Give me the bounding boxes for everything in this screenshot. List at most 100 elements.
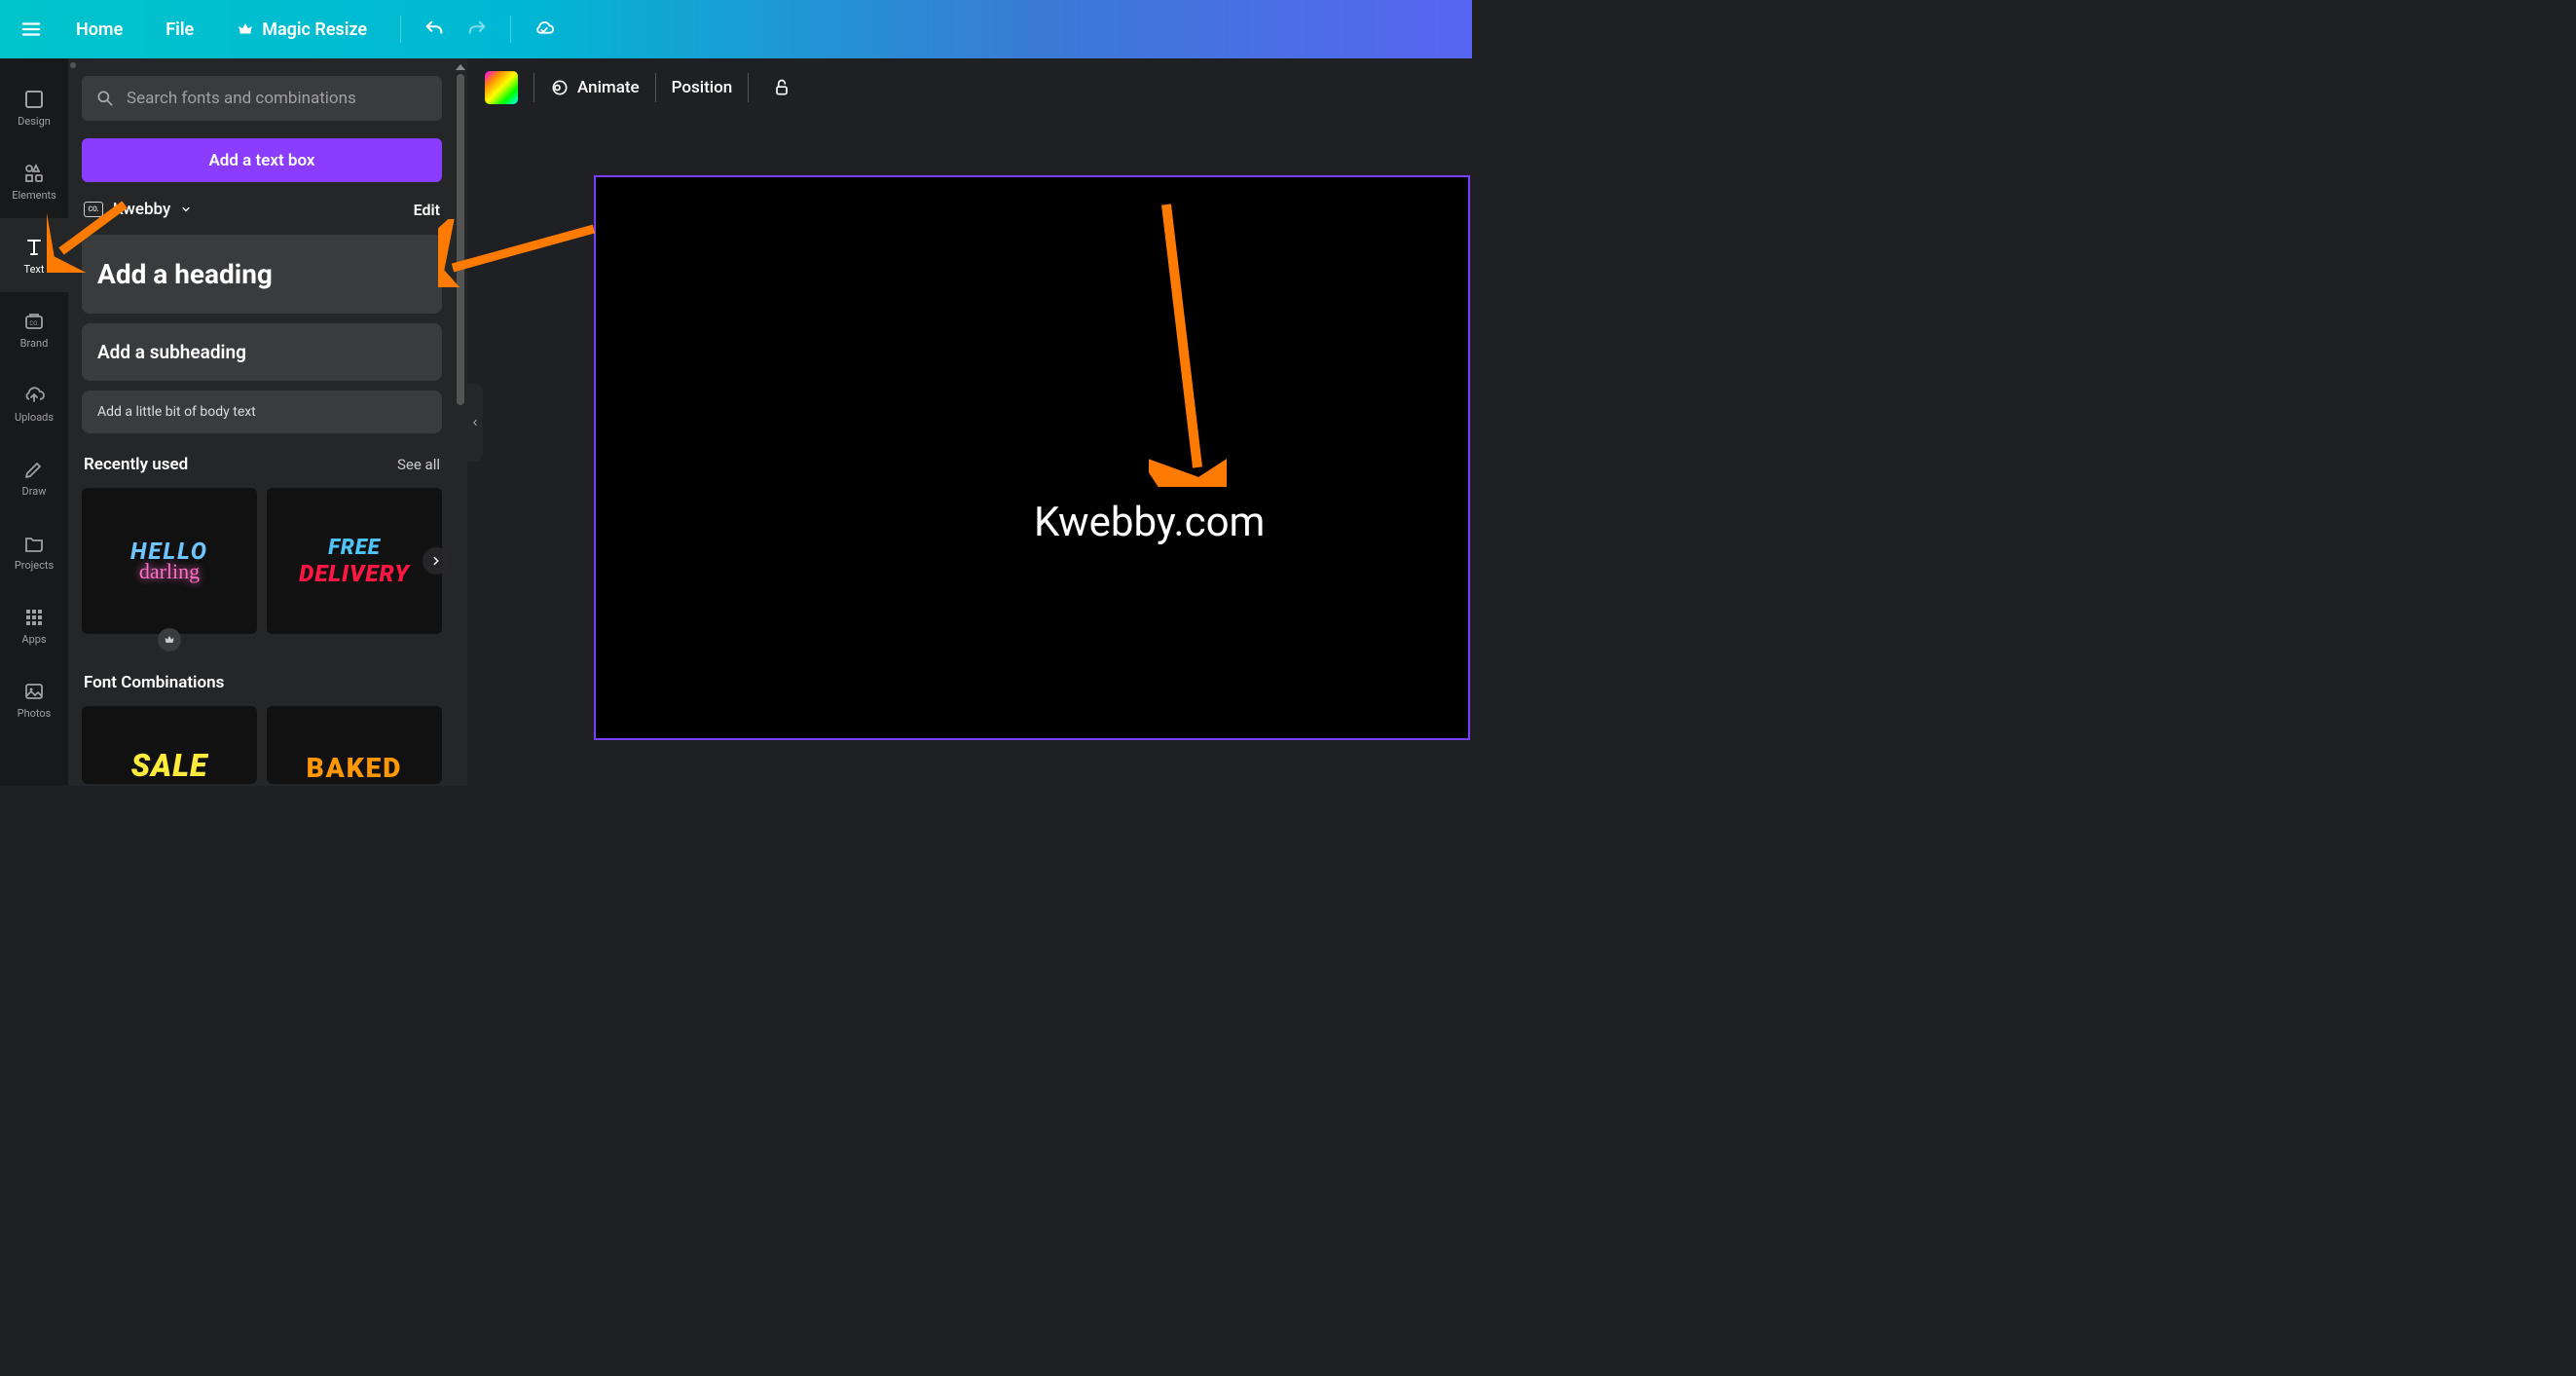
text-icon [22,236,46,259]
projects-icon [22,532,46,555]
home-menu[interactable]: Home [58,12,140,48]
top-menu-bar: Home File Magic Resize [0,0,1472,58]
tile-preview: HELLO darling [130,538,208,584]
rail-text[interactable]: Text [0,218,68,292]
scrollbar-thumb[interactable] [457,74,464,405]
search-input[interactable] [127,89,428,108]
hamburger-icon [20,19,42,40]
hamburger-menu-button[interactable] [12,10,51,49]
elements-icon [22,162,46,185]
rail-draw[interactable]: Draw [0,440,68,514]
rail-text-label: Text [24,263,45,276]
rail-draw-label: Draw [22,485,47,498]
canvas-text-element[interactable]: Kwebby.com [1034,499,1265,546]
add-heading-card[interactable]: Add a heading [82,235,442,314]
scroll-up-arrow[interactable] [70,62,76,68]
divider [748,73,749,102]
canvas-area: Animate Position Kwebby.com [467,58,1472,786]
rail-brand-label: Brand [20,337,49,350]
text-template-free-delivery[interactable]: FREE DELIVERY [267,488,442,634]
rail-elements-label: Elements [12,189,56,202]
chevron-down-icon [180,204,192,215]
photos-icon [22,680,46,703]
scroll-left-gutter [68,58,78,786]
file-menu[interactable]: File [148,12,211,48]
magic-resize-menu[interactable]: Magic Resize [219,12,385,48]
rail-brand[interactable]: CO. Brand [0,292,68,366]
recently-used-tiles: HELLO darling FREE DELIVERY [82,488,442,634]
tile-baked-text: BAKED [307,752,403,784]
rail-photos-label: Photos [18,707,52,720]
redo-button[interactable] [460,12,495,47]
cloud-icon [534,19,555,40]
recently-used-header: Recently used See all [82,455,442,474]
font-combinations-header: Font Combinations [82,673,442,692]
position-label: Position [672,78,733,97]
text-template-hello-darling[interactable]: HELLO darling [82,488,257,634]
brand-icon: CO. [22,310,46,333]
font-combination-tiles: SALE BAKED [82,706,442,784]
rail-projects-label: Projects [15,559,54,572]
brand-dropdown[interactable]: CO. Kwebby [84,200,192,219]
scroll-up-icon [456,64,465,70]
search-icon [95,89,115,108]
rail-apps[interactable]: Apps [0,588,68,662]
design-canvas[interactable]: Kwebby.com [594,175,1470,740]
position-button[interactable]: Position [672,78,733,97]
add-subheading-card[interactable]: Add a subheading [82,323,442,381]
font-combo-sale[interactable]: SALE [82,706,257,784]
divider [655,73,656,102]
svg-text:CO.: CO. [29,320,39,327]
undo-button[interactable] [417,12,452,47]
see-all-link[interactable]: See all [397,456,440,473]
tile-sale-text: SALE [131,747,208,784]
rail-design-label: Design [18,115,51,128]
add-text-box-button[interactable]: Add a text box [82,138,442,182]
rail-apps-label: Apps [21,633,46,646]
magic-resize-label: Magic Resize [262,19,367,40]
draw-icon [22,458,46,481]
add-body-text-card[interactable]: Add a little bit of body text [82,390,442,433]
search-fonts-box[interactable] [82,76,442,121]
tiles-next-button[interactable] [423,547,450,575]
rail-design[interactable]: Design [0,70,68,144]
rail-uploads-label: Uploads [15,411,54,424]
brand-name-label: Kwebby [113,200,170,219]
color-picker-button[interactable] [485,71,518,104]
divider [400,16,401,43]
font-combo-baked[interactable]: BAKED [267,706,442,784]
tile-free-line2: DELIVERY [299,560,409,587]
brand-co-icon: CO. [84,202,103,217]
undo-icon [423,19,445,40]
panel-scrollbar[interactable] [454,58,467,786]
rail-photos[interactable]: Photos [0,662,68,736]
apps-icon [22,606,46,629]
cloud-sync-button[interactable] [527,12,562,47]
premium-crown-badge [158,628,181,651]
left-rail: Design Elements Text CO. Brand Uploads D… [0,58,68,786]
uploads-icon [22,384,46,407]
text-panel: Add a text box CO. Kwebby Edit Add a hea… [68,58,467,786]
rail-elements[interactable]: Elements [0,144,68,218]
rail-projects[interactable]: Projects [0,514,68,588]
brand-kit-row: CO. Kwebby Edit [82,200,442,219]
crown-icon [237,20,254,38]
rail-uploads[interactable]: Uploads [0,366,68,440]
tile-hello-line2: darling [130,559,208,584]
edit-brand-link[interactable]: Edit [414,201,440,219]
redo-icon [466,19,488,40]
animate-button[interactable]: Animate [550,78,640,97]
unlock-icon [772,78,791,97]
animate-icon [550,78,570,97]
tile-free-line1: FREE [299,536,409,560]
design-icon [22,88,46,111]
font-combinations-title: Font Combinations [84,673,224,692]
crown-icon [164,634,175,646]
lock-button[interactable] [764,70,799,105]
chevron-right-icon [429,554,443,568]
tile-preview: FREE DELIVERY [299,536,409,587]
animate-label: Animate [577,78,640,97]
divider [510,16,511,43]
recently-used-title: Recently used [84,455,188,474]
canvas-viewport[interactable]: Kwebby.com [467,117,1472,786]
